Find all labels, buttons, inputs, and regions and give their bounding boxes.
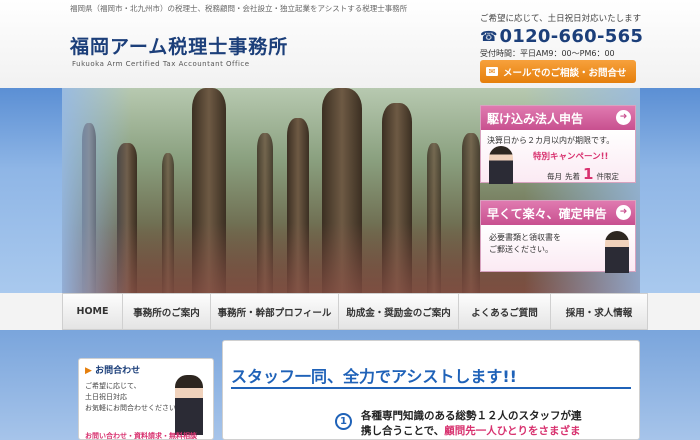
easy-banner-title: 早くて楽々、確定申告 — [487, 206, 607, 221]
arrow-right-icon: ➜ — [616, 110, 631, 125]
easy-banner-header: 早くて楽々、確定申告 ➜ — [481, 201, 635, 225]
nav-faq[interactable]: よくあるご質問 — [459, 294, 551, 329]
rush-limit-text: 毎月 先着 1 件限定 — [547, 165, 619, 183]
point-line-2: 携し合うことで、顧問先一人ひとりをさまざま — [361, 424, 582, 439]
easy-line-2: ご郵送ください。 — [489, 245, 553, 254]
nav-subsidy[interactable]: 助成金・奨励金のご案内 — [339, 294, 459, 329]
rush-banner-body: 決算日から２カ月以内が期限です。 特別キャンペーン!! 毎月 先着 1 件限定 — [481, 130, 635, 184]
sidebar-title-text: お問合わせ — [95, 366, 141, 376]
staff-woman-image — [175, 375, 203, 435]
sidebar-text-1: ご希望に応じて、 — [85, 382, 141, 390]
site-tagline: 福岡県（福岡市・北九州市）の税理士、税務顧問・会社設立・独立起業をアシストする税… — [70, 4, 408, 13]
point-number-badge: 1 — [335, 413, 352, 430]
staff-woman-image — [489, 146, 513, 184]
limit-prefix: 毎月 — [547, 172, 562, 181]
nav-home[interactable]: HOME — [63, 294, 123, 329]
sidebar-contact-box[interactable]: ▶ お問合わせ ご希望に応じて、 土日祝日対応 お気軽にお問合わせください。 お… — [78, 358, 214, 440]
rush-corporate-filing-banner[interactable]: 駆け込み法人申告 ➜ 決算日から２カ月以内が期限です。 特別キャンペーン!! 毎… — [480, 105, 636, 184]
sidebar-title: ▶ お問合わせ — [85, 363, 140, 376]
point-line-2-plain: 携し合うことで、 — [361, 425, 445, 437]
staff-woman-image — [605, 231, 629, 273]
limit-mid: 先着 — [565, 172, 580, 181]
point-line-2-highlight: 顧問先一人ひとりをさまざま — [444, 425, 581, 437]
rush-banner-header: 駆け込み法人申告 ➜ — [481, 106, 635, 130]
sidebar-text: ご希望に応じて、 土日祝日対応 お気軽にお問合わせください。 — [85, 381, 183, 414]
business-hours: 受付時間：平日AM9：00～PM6：00 — [480, 49, 615, 58]
contact-block: ご希望に応じて、土日祝日対応いたします ☎ 0120-660-565 受付時間：… — [480, 12, 643, 59]
site-logo[interactable]: 福岡アーム税理士事務所 — [70, 32, 288, 59]
limit-number: 1 — [583, 165, 594, 183]
sidebar-text-2: 土日祝日対応 — [85, 393, 127, 401]
triangle-right-icon: ▶ — [85, 366, 92, 376]
arrow-right-icon: ➜ — [616, 205, 631, 220]
mail-contact-label: メールでのご相談・お問合せ — [503, 67, 627, 79]
main-nav: HOME 事務所のご案内 事務所・幹部プロフィール 助成金・奨励金のご案内 よく… — [62, 293, 648, 330]
nav-profile[interactable]: 事務所・幹部プロフィール — [211, 294, 339, 329]
mail-icon: ✉ — [486, 67, 498, 76]
point-line-1: 各種専門知識のある総勢１２人のスタッフが連 — [361, 410, 582, 422]
site-header: 福岡県（福岡市・北九州市）の税理士、税務顧問・会社設立・独立起業をアシストする税… — [0, 0, 700, 88]
contact-note: ご希望に応じて、土日祝日対応いたします — [480, 14, 642, 24]
heading-underline — [231, 387, 631, 389]
point-text: 各種専門知識のある総勢１２人のスタッフが連 携し合うことで、顧問先一人ひとりをさ… — [361, 409, 582, 439]
rush-deadline-text: 決算日から２カ月以内が期限です。 — [487, 136, 615, 145]
phone-row: ☎ 0120-660-565 — [480, 26, 643, 47]
nav-recruit[interactable]: 採用・求人情報 — [551, 294, 647, 329]
easy-banner-body: 必要書類と領収書を ご郵送ください。 — [481, 225, 635, 273]
sidebar-text-3: お気軽にお問合わせください。 — [85, 404, 183, 412]
phone-number[interactable]: 0120-660-565 — [499, 26, 643, 47]
easy-line-1: 必要書類と領収書を — [489, 233, 561, 242]
mail-contact-button[interactable]: ✉ メールでのご相談・お問合せ — [480, 60, 636, 83]
nav-office-guide[interactable]: 事務所のご案内 — [123, 294, 211, 329]
phone-icon: ☎ — [480, 28, 498, 45]
limit-suffix: 件限定 — [596, 172, 619, 181]
sidebar-footer-link[interactable]: お問い合わせ・資料請求・無料相談 — [85, 431, 197, 440]
main-content: スタッフ一同、全力でアシストします!! 1 各種専門知識のある総勢１２人のスタッ… — [222, 340, 640, 440]
site-logo-subtitle: Fukuoka Arm Certified Tax Accountant Off… — [72, 60, 250, 68]
main-heading: スタッフ一同、全力でアシストします!! — [231, 367, 517, 386]
easy-tax-return-banner[interactable]: 早くて楽々、確定申告 ➜ 必要書類と領収書を ご郵送ください。 — [480, 200, 636, 273]
rush-banner-title: 駆け込み法人申告 — [487, 111, 584, 126]
easy-banner-text: 必要書類と領収書を ご郵送ください。 — [489, 232, 589, 256]
rush-campaign-text: 特別キャンペーン!! — [533, 152, 609, 162]
